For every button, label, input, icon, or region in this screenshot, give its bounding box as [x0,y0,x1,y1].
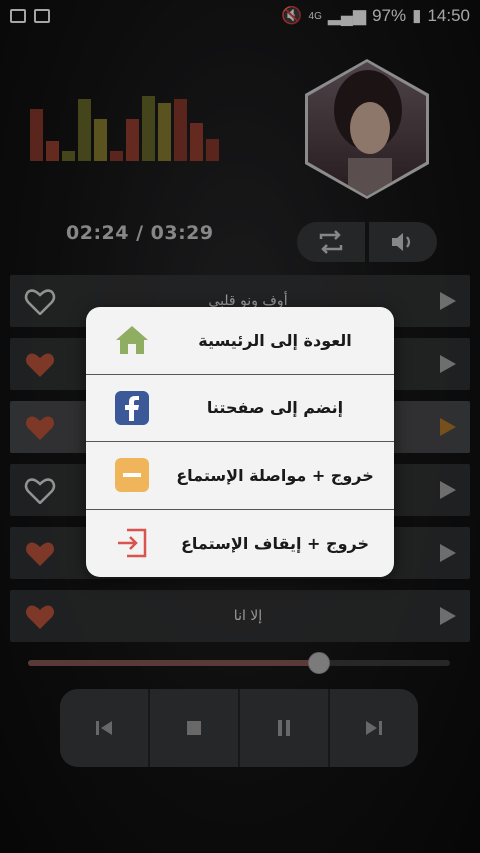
menu-item-exit-stop[interactable]: خروج + إيقاف الإستماع [86,510,394,578]
menu-item-label: خروج + إيقاف الإستماع [180,533,369,553]
facebook-icon [114,390,150,426]
options-menu: العودة إلى الرئيسية إنضم إلى صفحتنا خروج… [86,307,394,577]
menu-item-label: خروج + مواصلة الإستماع [176,465,374,485]
menu-item-exit-continue[interactable]: خروج + مواصلة الإستماع [86,442,394,510]
home-icon [114,322,150,358]
exit-icon [114,525,150,561]
menu-item-label: العودة إلى الرئيسية [198,330,352,350]
menu-item-home[interactable]: العودة إلى الرئيسية [86,307,394,375]
menu-item-facebook[interactable]: إنضم إلى صفحتنا [86,375,394,442]
minimize-icon [114,457,150,493]
menu-item-label: إنضم إلى صفحتنا [206,398,344,418]
